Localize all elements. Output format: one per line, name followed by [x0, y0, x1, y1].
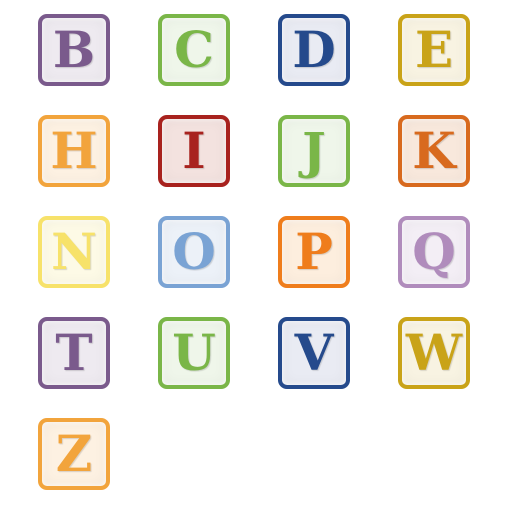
block-letter: J — [302, 121, 326, 180]
block-letter: D — [292, 20, 336, 79]
letter-block-n: N — [38, 216, 110, 288]
letter-block-c: C — [158, 14, 230, 86]
block-letter: H — [50, 121, 98, 180]
letter-block-e: E — [398, 14, 470, 86]
letter-block-p: P — [278, 216, 350, 288]
block-letter: Z — [55, 424, 93, 483]
block-letter: U — [172, 323, 216, 382]
letter-block-z: Z — [38, 418, 110, 490]
letter-block-i: I — [158, 115, 230, 187]
letter-block-b: B — [38, 14, 110, 86]
letter-block-grid: B C D E H I J K N O P Q T U V W Z — [0, 0, 512, 512]
block-letter: T — [55, 323, 93, 382]
block-letter: E — [414, 20, 454, 79]
block-letter: I — [182, 121, 206, 180]
letter-block-w: W — [398, 317, 470, 389]
block-letter: P — [295, 222, 333, 281]
letter-block-h: H — [38, 115, 110, 187]
letter-block-q: Q — [398, 216, 470, 288]
block-letter: N — [51, 222, 97, 281]
block-letter: O — [172, 222, 216, 281]
block-letter: B — [52, 20, 96, 79]
letter-block-j: J — [278, 115, 350, 187]
block-letter: Q — [412, 222, 456, 281]
letter-block-k: K — [398, 115, 470, 187]
letter-block-d: D — [278, 14, 350, 86]
letter-block-u: U — [158, 317, 230, 389]
block-letter: V — [294, 323, 334, 382]
letter-block-o: O — [158, 216, 230, 288]
block-letter: K — [412, 121, 456, 180]
block-letter: C — [174, 20, 214, 79]
letter-block-t: T — [38, 317, 110, 389]
letter-block-v: V — [278, 317, 350, 389]
block-letter: W — [405, 323, 463, 382]
